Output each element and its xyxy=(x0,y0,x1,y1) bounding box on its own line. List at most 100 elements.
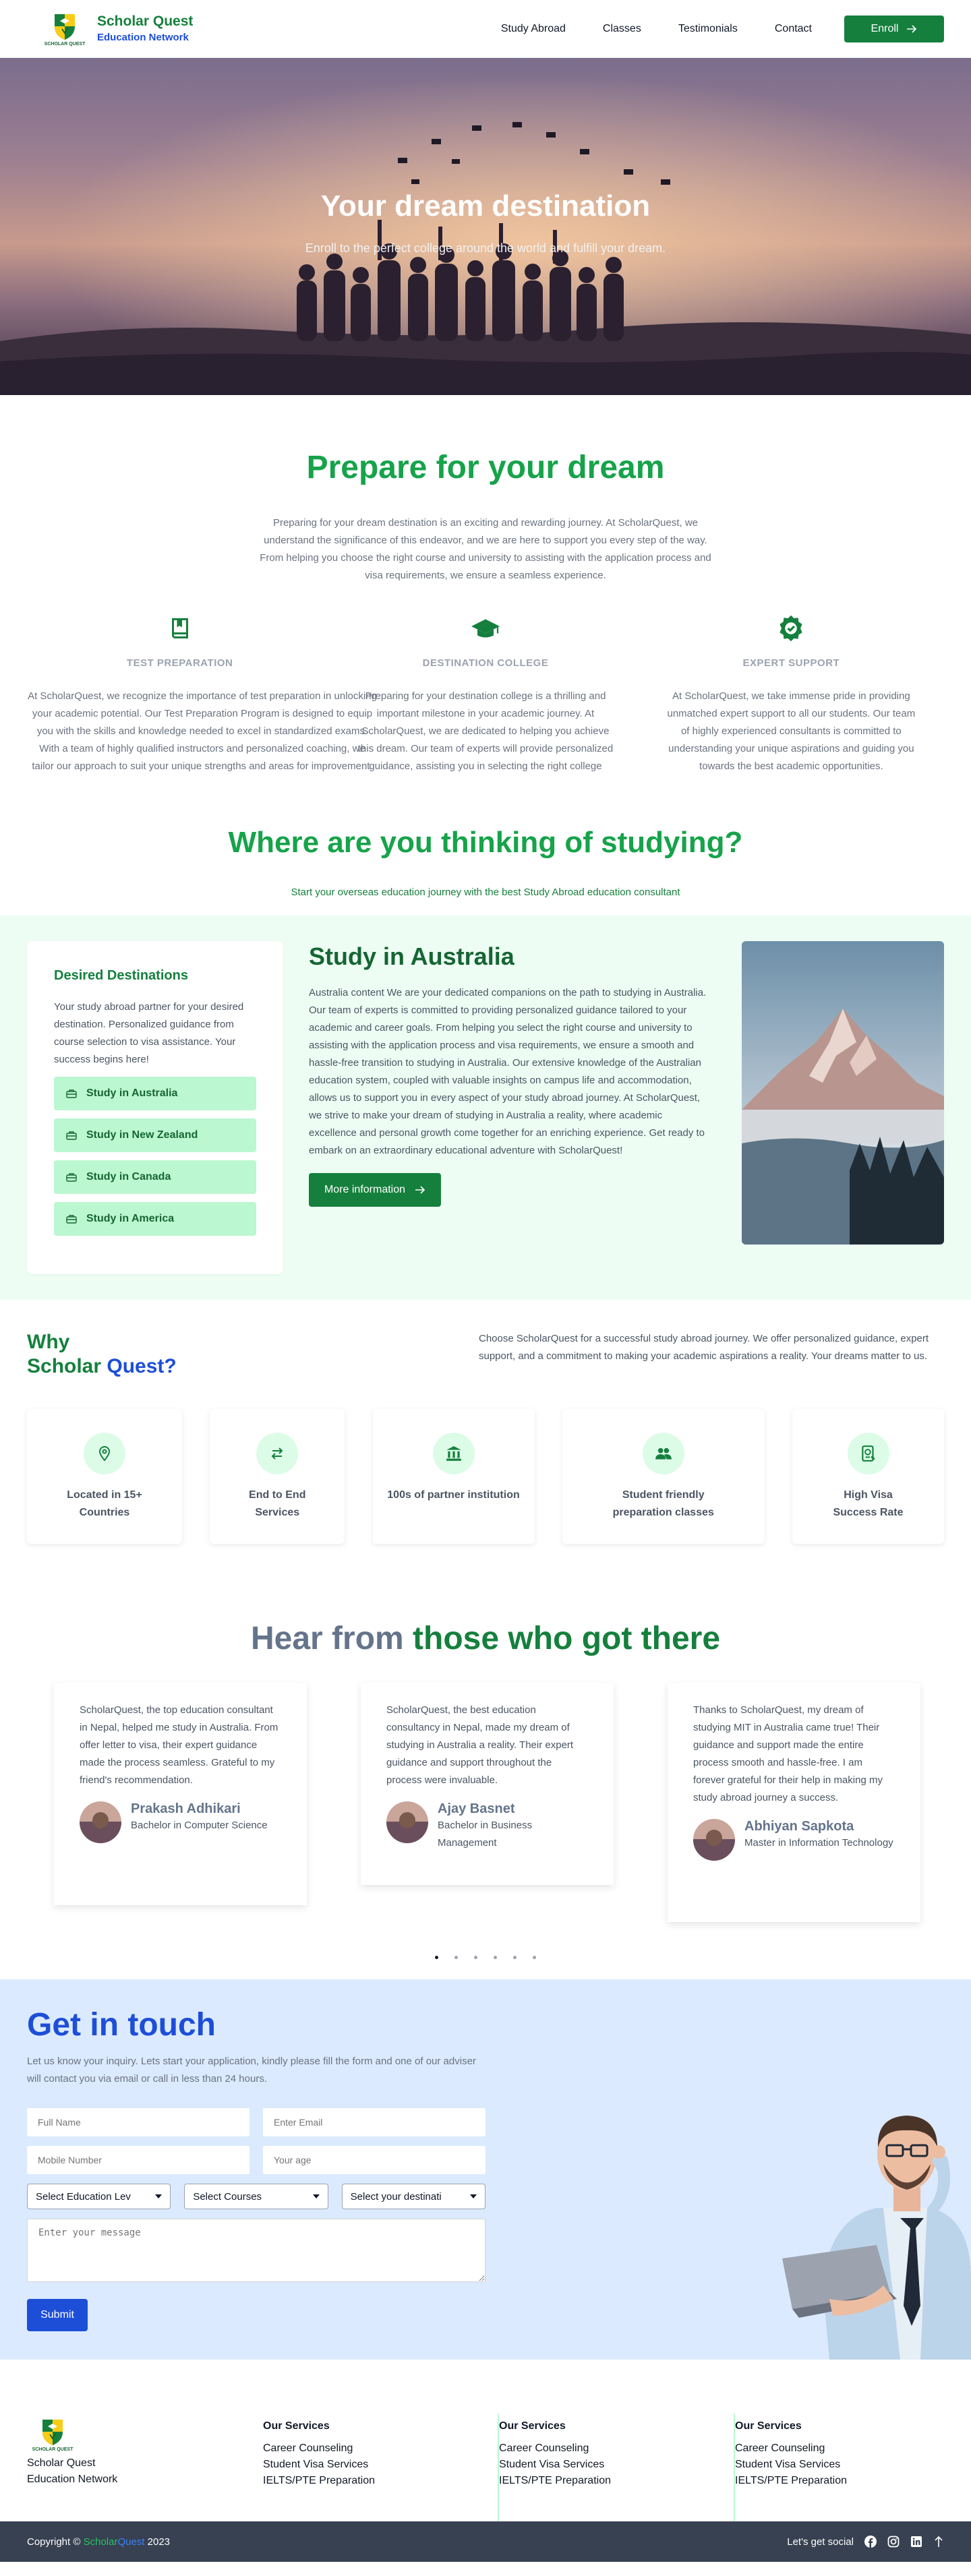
bottom-bar: Copyright © ScholarQuest 2023 Let's get … xyxy=(0,2521,971,2562)
why-cards-row: Located in 15+ Countries End to End Serv… xyxy=(27,1409,944,1544)
smiling-man-with-laptop-image xyxy=(782,2116,971,2360)
chevron-down-icon xyxy=(312,2194,320,2198)
testimonial-name: Abhiyan Sapkota xyxy=(744,1819,854,1834)
footer-link[interactable]: Career Counseling xyxy=(499,2440,734,2457)
carousel-dot[interactable] xyxy=(435,1956,438,1959)
testimonial-quote: ScholarQuest, the top education consulta… xyxy=(80,1704,278,1786)
enroll-button[interactable]: Enroll xyxy=(844,15,944,42)
carousel-dot[interactable] xyxy=(494,1956,497,1959)
chevron-down-icon xyxy=(469,2194,477,2198)
facebook-icon[interactable] xyxy=(864,2536,877,2548)
courses-select[interactable]: Select Courses xyxy=(184,2184,328,2209)
prepare-title: Prepare for your dream xyxy=(306,450,665,485)
testimonial-role: Bachelor in Computer Science xyxy=(131,1820,268,1831)
why-card-visa: High Visa Success Rate xyxy=(792,1409,944,1544)
destinations-text: Your study abroad partner for your desir… xyxy=(54,1001,244,1065)
destination-label: Study in Australia xyxy=(86,1087,178,1099)
brand[interactable]: SCHOLAR QUEST Scholar Quest Education Ne… xyxy=(45,8,194,50)
graduates-sunset-image xyxy=(0,58,971,395)
testimonials-title-part2: those who got there xyxy=(413,1621,721,1656)
prepare-intro: Preparing for your dream destination is … xyxy=(260,517,711,581)
contact-section: Get in touch Let us know your inquiry. L… xyxy=(0,1979,971,2360)
copyright-year: 2023 xyxy=(147,2536,171,2548)
linkedin-icon[interactable] xyxy=(910,2536,922,2548)
shield-logo-icon xyxy=(42,2420,63,2445)
footer-column-services: Our Services Career Counseling Student V… xyxy=(263,2414,499,2521)
why-card-classes: Student friendly preparation classes xyxy=(562,1409,765,1544)
testimonials-carousel[interactable]: ScholarQuest, the top education consulta… xyxy=(0,1683,971,1956)
carousel-dot[interactable] xyxy=(454,1956,458,1959)
footer-link[interactable]: IELTS/PTE Preparation xyxy=(263,2473,498,2489)
carousel-dot[interactable] xyxy=(474,1956,477,1959)
instagram-icon[interactable] xyxy=(887,2536,900,2548)
why-card-services: End to End Services xyxy=(210,1409,345,1544)
carousel-dot[interactable] xyxy=(513,1956,517,1959)
study-title: Study in Australia xyxy=(309,942,514,970)
why-card-label: Located in 15+ Countries xyxy=(67,1489,142,1518)
why-description: Choose ScholarQuest for a successful stu… xyxy=(479,1333,929,1362)
full-name-input[interactable] xyxy=(27,2108,249,2136)
footer-brand[interactable]: SCHOLAR QUEST Scholar Quest Education Ne… xyxy=(27,2414,263,2521)
contact-form: Select Education Lev Select Courses Sele… xyxy=(27,2108,486,2331)
testimonial-role: Bachelor in Business Management xyxy=(438,1820,533,1849)
why-card-countries: Located in 15+ Countries xyxy=(27,1409,182,1544)
nav-study-abroad[interactable]: Study Abroad xyxy=(501,23,566,35)
where-section: Where are you thinking of studying? Star… xyxy=(0,802,971,898)
footer-link[interactable]: Career Counseling xyxy=(735,2440,937,2457)
copyright-prefix: Copyright © xyxy=(27,2536,81,2548)
submit-button[interactable]: Submit xyxy=(27,2299,88,2331)
feature-title: DESTINATION COLLEGE xyxy=(422,657,549,669)
education-level-select[interactable]: Select Education Lev xyxy=(27,2184,171,2209)
footer-link[interactable]: IELTS/PTE Preparation xyxy=(499,2473,734,2489)
footer-link[interactable]: Student Visa Services xyxy=(263,2457,498,2473)
avatar xyxy=(80,1801,121,1843)
why-card-label: 100s of partner institution xyxy=(387,1489,520,1501)
arrow-up-icon[interactable] xyxy=(933,2536,944,2548)
testimonial-name: Prakash Adhikari xyxy=(131,1801,241,1816)
hero-title: Your dream destination xyxy=(320,189,651,222)
carousel-dot[interactable] xyxy=(533,1956,536,1959)
testimonials-title: Hear from those who got there xyxy=(0,1620,971,1657)
footer-link[interactable]: Student Visa Services xyxy=(735,2457,937,2473)
destination-new-zealand-button[interactable]: Study in New Zealand xyxy=(54,1118,256,1152)
shield-logo-icon xyxy=(55,13,75,40)
nav-contact[interactable]: Contact xyxy=(775,23,812,35)
feature-text: At ScholarQuest, we take immense pride i… xyxy=(667,690,916,772)
why-title-quest: Quest? xyxy=(107,1355,177,1377)
enroll-label: Enroll xyxy=(871,22,899,34)
nav-classes[interactable]: Classes xyxy=(603,23,641,35)
testimonial-card: ScholarQuest, the top education consulta… xyxy=(54,1683,307,1905)
mobile-input[interactable] xyxy=(27,2146,249,2174)
users-icon xyxy=(655,1447,672,1460)
nav-testimonials[interactable]: Testimonials xyxy=(678,23,738,35)
age-input[interactable] xyxy=(263,2146,486,2174)
destination-america-button[interactable]: Study in America xyxy=(54,1202,256,1236)
destination-australia-button[interactable]: Study in Australia xyxy=(54,1077,256,1110)
why-title-scholar: Scholar xyxy=(27,1355,102,1377)
footer-link[interactable]: Career Counseling xyxy=(263,2440,498,2457)
destination-select[interactable]: Select your destinati xyxy=(341,2184,486,2209)
feature-text: At ScholarQuest, we recognize the import… xyxy=(28,690,377,772)
footer-column-title: Our Services xyxy=(735,2420,802,2432)
more-information-button[interactable]: More information xyxy=(309,1173,441,1207)
destination-canada-button[interactable]: Study in Canada xyxy=(54,1160,256,1194)
why-card-label: High Visa Success Rate xyxy=(833,1489,904,1518)
feature-title: EXPERT SUPPORT xyxy=(742,657,840,669)
footer-link[interactable]: Student Visa Services xyxy=(499,2457,734,2473)
logo: SCHOLAR QUEST xyxy=(45,8,85,50)
brand-name: Scholar Quest xyxy=(97,13,194,30)
bank-icon xyxy=(446,1446,461,1461)
feature-expert-support: EXPERT SUPPORT At ScholarQuest, we take … xyxy=(639,611,944,775)
message-textarea[interactable] xyxy=(27,2219,486,2282)
main-nav: Study Abroad Classes Testimonials Contac… xyxy=(501,15,944,42)
book-icon xyxy=(171,618,188,638)
email-input[interactable] xyxy=(263,2108,486,2136)
brand-subtitle: Education Network xyxy=(97,31,189,43)
destinations-card: Desired Destinations Your study abroad p… xyxy=(27,941,283,1274)
footer-link[interactable]: IELTS/PTE Preparation xyxy=(735,2473,937,2489)
avatar xyxy=(693,1819,735,1861)
why-card-label: Student friendly preparation classes xyxy=(612,1489,714,1518)
testimonial-name: Ajay Basnet xyxy=(438,1801,515,1816)
avatar xyxy=(386,1801,428,1843)
mountain-image xyxy=(742,941,944,1245)
